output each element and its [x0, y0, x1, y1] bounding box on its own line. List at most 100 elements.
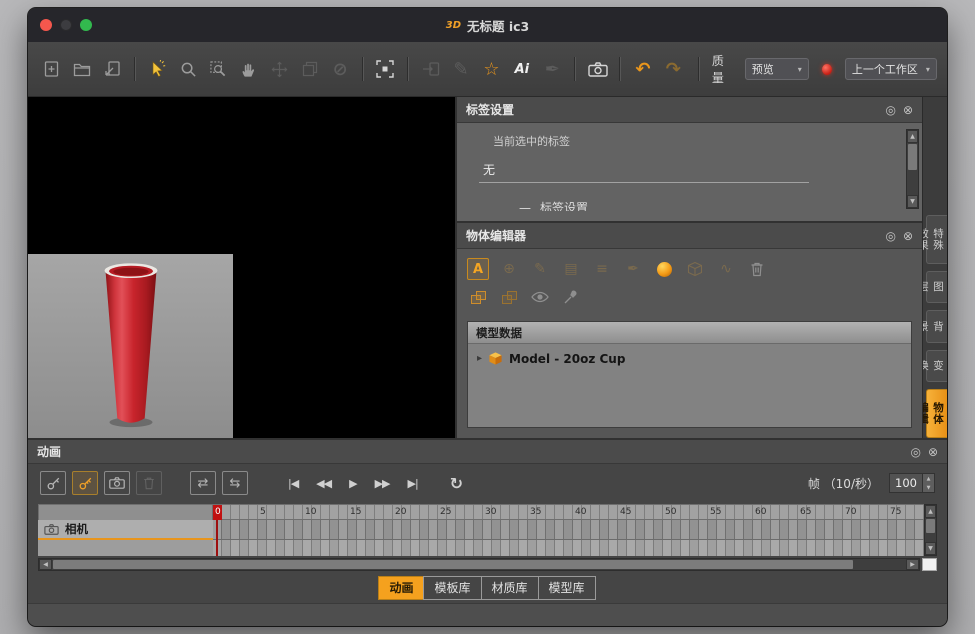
timeline-ruler[interactable]: 051015202530354045505560657075	[213, 504, 924, 520]
paint-nib-icon[interactable]: ✒	[622, 258, 644, 280]
edit-pen-icon[interactable]: ✎	[529, 258, 551, 280]
panel-detach-icon[interactable]: ◎	[910, 446, 920, 458]
label-settings-section-header[interactable]: — 标签设置	[519, 199, 902, 211]
cup-model[interactable]	[86, 256, 176, 432]
tab-animation[interactable]: 动画	[378, 576, 424, 600]
delete-keyframe-button[interactable]	[136, 471, 162, 495]
side-tab-effects[interactable]: 特殊效果	[926, 215, 947, 264]
close-window-button[interactable]	[40, 19, 52, 31]
zoom-icon[interactable]	[174, 54, 201, 84]
toolbar-separator	[407, 57, 409, 81]
fast-forward-button[interactable]: ▶▶	[375, 477, 390, 490]
track-camera[interactable]: 相机	[38, 520, 213, 540]
timeline-horizontal-scrollbar[interactable]: ◀ ▶	[38, 558, 920, 571]
select-cursor-icon[interactable]	[144, 54, 171, 84]
scroll-up-icon[interactable]: ▲	[925, 505, 936, 518]
material-sphere-icon[interactable]	[653, 258, 675, 280]
cycle-playback-button[interactable]: ↻	[450, 474, 463, 493]
edit-pen-icon[interactable]: ✎	[447, 54, 474, 84]
new-document-icon[interactable]	[38, 54, 65, 84]
step-forward-button[interactable]: ▶|	[407, 477, 417, 490]
cube-icon[interactable]	[684, 258, 706, 280]
pan-hand-icon[interactable]	[235, 54, 262, 84]
minimize-window-button[interactable]	[60, 19, 72, 31]
visibility-eye-icon[interactable]	[529, 286, 551, 308]
tab-template-library[interactable]: 模板库	[423, 576, 481, 600]
undo-icon[interactable]: ↶	[629, 54, 656, 84]
resize-grip[interactable]	[922, 558, 937, 571]
star-icon[interactable]: ☆	[478, 54, 505, 84]
scroll-right-icon[interactable]: ▶	[906, 559, 919, 570]
play-button[interactable]: ▶	[349, 477, 356, 490]
keyframe-tool-button[interactable]	[40, 471, 66, 495]
track-rows[interactable]	[213, 520, 924, 556]
current-label-field[interactable]: 无	[479, 159, 809, 183]
tab-model-library[interactable]: 模型库	[538, 576, 596, 600]
zoom-region-icon[interactable]	[205, 54, 232, 84]
record-indicator-icon[interactable]	[822, 64, 832, 75]
list-icon[interactable]: ≡	[591, 258, 613, 280]
label-a-icon[interactable]: A	[467, 258, 489, 280]
ruler-tick-label: 30	[483, 507, 496, 517]
frame-selection-icon[interactable]	[372, 54, 399, 84]
move-icon[interactable]	[266, 54, 293, 84]
side-tab-transform[interactable]: 变换	[926, 350, 947, 382]
tab-material-library[interactable]: 材质库	[481, 576, 539, 600]
viewport-3d[interactable]	[28, 97, 455, 438]
delete-trash-icon[interactable]	[746, 258, 768, 280]
panel-close-icon[interactable]: ⊗	[903, 230, 913, 242]
panel-close-icon[interactable]: ⊗	[928, 446, 938, 458]
camera-keyframe-button[interactable]	[104, 471, 130, 495]
frame-value[interactable]: 100	[890, 474, 922, 492]
track-row-camera[interactable]	[213, 520, 924, 540]
side-tab-background[interactable]: 背景	[926, 310, 947, 342]
add-circle-icon[interactable]: ⊕	[498, 258, 520, 280]
scroll-down-icon[interactable]: ▼	[907, 195, 918, 208]
label-panel-scrollbar[interactable]: ▲ ▼	[906, 129, 919, 209]
scroll-left-icon[interactable]: ◀	[39, 559, 52, 570]
ai-import-icon[interactable]: Ai	[508, 54, 535, 84]
spin-down-icon[interactable]: ▼	[923, 483, 934, 492]
track-row-partial[interactable]	[213, 540, 924, 556]
spin-up-icon[interactable]: ▲	[923, 474, 934, 483]
keyframe-record-button[interactable]	[72, 471, 98, 495]
open-folder-icon[interactable]	[68, 54, 95, 84]
workspace-dropdown[interactable]: 上一个工作区 ▾	[845, 58, 937, 80]
redo-icon[interactable]: ↷	[660, 54, 687, 84]
pick-dropper-icon[interactable]	[560, 286, 582, 308]
loop-button[interactable]: ⇄	[190, 471, 216, 495]
rotate-icon[interactable]: ⊘	[326, 54, 353, 84]
playhead-line[interactable]	[216, 520, 218, 556]
step-back-button[interactable]: |◀	[288, 477, 298, 490]
zoom-window-button[interactable]	[80, 19, 92, 31]
duplicate-window-icon[interactable]	[296, 54, 323, 84]
snapshot-camera-icon[interactable]	[584, 54, 611, 84]
frame-spinner[interactable]: 100 ▲ ▼	[889, 473, 935, 493]
expand-arrow-icon[interactable]: ▸	[477, 353, 482, 364]
loop-range-button[interactable]: ⇆	[222, 471, 248, 495]
panel-detach-icon[interactable]: ◎	[885, 230, 895, 242]
curve-icon[interactable]: ∿	[715, 258, 737, 280]
duplicate-alt-icon[interactable]	[498, 286, 520, 308]
track-partial[interactable]	[38, 540, 213, 556]
scrollbar-thumb[interactable]	[53, 560, 853, 569]
scroll-up-icon[interactable]: ▲	[907, 130, 918, 143]
fps-label: 帧 （10/秒）	[808, 475, 879, 492]
tree-item-model[interactable]: ▸ Model - 20oz Cup	[477, 351, 902, 366]
side-tab-layers[interactable]: 图层	[926, 271, 947, 303]
panel-detach-icon[interactable]: ◎	[885, 104, 895, 116]
timeline-vertical-scrollbar[interactable]: ▲ ▼	[924, 504, 937, 556]
place-into-icon[interactable]	[417, 54, 444, 84]
import-file-icon[interactable]	[99, 54, 126, 84]
image-icon[interactable]: ▤	[560, 258, 582, 280]
side-tab-object-editor[interactable]: 物体编辑	[926, 389, 947, 438]
scroll-down-icon[interactable]: ▼	[925, 542, 936, 555]
timeline-frames[interactable]: 051015202530354045505560657075	[213, 504, 924, 556]
rewind-button[interactable]: ◀◀	[316, 477, 331, 490]
quality-dropdown[interactable]: 预览 ▾	[745, 58, 809, 80]
scrollbar-thumb[interactable]	[908, 144, 917, 170]
duplicate-icon[interactable]	[467, 286, 489, 308]
scrollbar-thumb[interactable]	[926, 519, 935, 533]
panel-close-icon[interactable]: ⊗	[903, 104, 913, 116]
pen-nib-icon[interactable]: ✒	[539, 54, 566, 84]
